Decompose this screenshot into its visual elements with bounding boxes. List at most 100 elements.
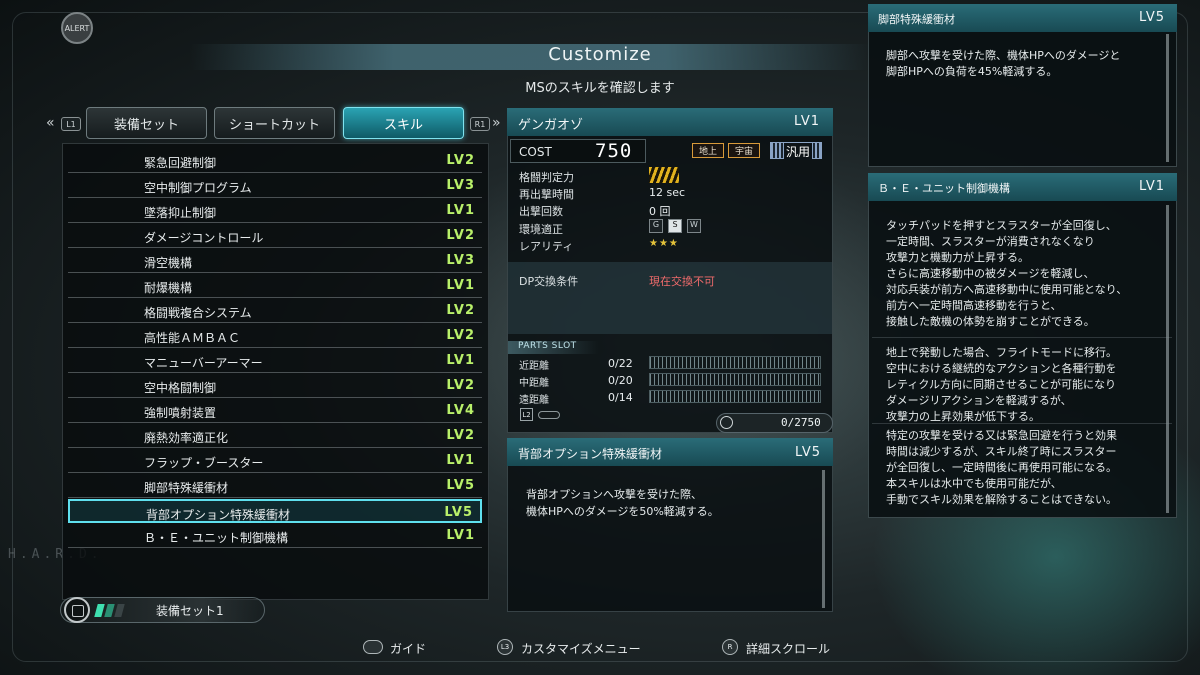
r1-key-icon: R1 [470,117,490,131]
parts-toggle-icon[interactable] [538,411,560,419]
respawn-time: 12 sec [649,186,686,199]
cost-value: 750 [595,140,633,162]
skill-row[interactable]: 墜落抑止制御 LV1 [68,199,482,223]
env-ground-icon: G [649,219,663,233]
stat-label: 出撃回数 [519,205,563,218]
skill-name: 強制噴射装置 [144,406,217,420]
skill-level: LV4 [446,403,475,418]
rarity-stars: ★★★ [649,238,679,249]
skill-name: 脚部特殊緩衝材 [144,481,229,495]
skill-row[interactable]: 強制噴射装置 LV4 [68,399,482,423]
unit-type-label: 汎用 [784,143,813,160]
parts-slot-bar [649,390,821,403]
skill-level: LV1 [446,453,475,468]
parts-row-value: 0/14 [608,391,633,404]
footer-detail-scroll[interactable]: 詳細スクロール [746,640,830,657]
skill-level: LV1 [446,353,475,368]
side-panel-leg-level: LV5 [1139,10,1165,25]
sortie-count: 0 回 [649,205,671,218]
tab-equipment-set[interactable]: 装備セット [86,107,207,139]
parts-row-label: 中距離 [519,378,549,389]
skill-level: LV2 [446,228,475,243]
touchpad-icon [363,640,383,654]
skill-level: LV1 [446,278,475,293]
stat-label: 再出撃時間 [519,188,574,201]
skill-level: LV2 [446,328,475,343]
skill-level: LV3 [446,253,475,268]
side-divider [872,337,1172,338]
side-panel-be-unit-level: LV1 [1139,179,1165,194]
terrain-ground-badge: 地上 [692,143,724,158]
skill-level: LV1 [446,528,475,543]
skill-row[interactable]: Ｂ・Ｅ・ユニット制御機構 LV1 [68,524,482,548]
skill-detail-level: LV5 [795,445,821,460]
footer-customize-menu[interactable]: カスタマイズメニュー [521,640,641,657]
skill-detail-text: 背部オプションへ攻撃を受けた際、 機体HPへのダメージを50%軽減する。 [526,488,719,518]
skill-row[interactable]: 緊急回避制御 LV2 [68,149,482,173]
skill-name: 耐爆機構 [144,281,193,295]
side-panel-leg-scrollbar[interactable] [1166,34,1169,162]
stat-label: 環境適正 [519,223,563,236]
slot-total-value: 0/2750 [781,416,821,429]
skill-row[interactable]: 格闘戦複合システム LV2 [68,299,482,323]
skill-name: 空中制御プログラム [144,181,252,195]
unit-name: ゲンガオゾ [518,118,584,133]
skill-level: LV5 [446,478,475,493]
skill-level: LV1 [446,203,475,218]
skill-name: 空中格闘制御 [144,381,217,395]
side-panel-be-unit-scrollbar[interactable] [1166,205,1169,513]
parts-slot-title: PARTS SLOT [508,341,598,354]
skill-name: 緊急回避制御 [144,156,217,170]
tab-left-arrow-icon[interactable]: « [46,115,55,131]
skill-name: 墜落抑止制御 [144,206,217,220]
parts-slot-bar [649,356,821,369]
stat-label: レアリティ [519,240,574,253]
terrain-space-badge: 宇宙 [728,143,760,158]
l1-key-icon: L1 [61,117,81,131]
footer-guide[interactable]: ガイド [390,640,426,657]
skill-level: LV3 [446,178,475,193]
skill-row[interactable]: 空中制御プログラム LV3 [68,174,482,198]
skill-row[interactable]: 耐爆機構 LV1 [68,274,482,298]
skill-level: LV2 [446,428,475,443]
parts-row-label: 遠距離 [519,395,549,406]
skill-row[interactable]: マニューバーアーマー LV1 [68,349,482,373]
parts-row-label: 近距離 [519,361,549,372]
skill-level: LV2 [446,303,475,318]
hard-side-text: H.A.R.D. [8,547,103,562]
skill-name: ダメージコントロール [144,231,264,245]
skill-row[interactable]: 滑空機構 LV3 [68,249,482,273]
r-stick-icon: R [722,639,738,655]
skill-row[interactable]: 空中格闘制御 LV2 [68,374,482,398]
skill-name: マニューバーアーマー [144,356,263,370]
skill-row[interactable]: 廃熱効率適正化 LV2 [68,424,482,448]
parts-row-value: 0/20 [608,374,633,387]
skill-row[interactable]: ダメージコントロール LV2 [68,224,482,248]
dp-value: 現在交換不可 [649,275,715,288]
tab-skill[interactable]: スキル [343,107,464,139]
unit-level: LV1 [794,114,820,129]
skill-name: 背部オプション特殊緩衝材 [146,508,291,522]
skill-row[interactable]: 高性能ＡＭＢＡＣ LV2 [68,324,482,348]
side-panel-be-unit-title: Ｂ・Ｅ・ユニット制御機構 [878,182,1010,195]
wrench-icon [720,416,733,429]
skill-name: Ｂ・Ｅ・ユニット制御機構 [144,531,289,545]
skill-name: 高性能ＡＭＢＡＣ [144,331,241,345]
melee-rank-icon [649,167,679,183]
loadout-label: 装備セット1 [156,604,224,618]
skill-level: LV5 [444,505,473,520]
skill-row[interactable]: 背部オプション特殊緩衝材 LV5 [68,499,482,523]
skill-detail-title: 背部オプション特殊緩衝材 [518,447,663,461]
tab-shortcut[interactable]: ショートカット [214,107,335,139]
cost-label: COST [519,145,552,159]
side-panel-leg-text: 脚部へ攻撃を受けた際、機体HPへのダメージと 脚部HPへの負荷を45%軽減する。 [886,49,1121,78]
skill-row[interactable]: 脚部特殊緩衝材 LV5 [68,474,482,498]
skill-level: LV2 [446,378,475,393]
skill-detail-scrollbar[interactable] [822,470,825,608]
loadout-ring-icon [64,597,90,623]
env-water-icon: W [687,219,701,233]
skill-row[interactable]: フラップ・ブースター LV1 [68,449,482,473]
skill-name: フラップ・ブースター [144,456,264,470]
parts-row-value: 0/22 [608,357,633,370]
tab-right-arrow-icon[interactable]: » [492,115,501,131]
